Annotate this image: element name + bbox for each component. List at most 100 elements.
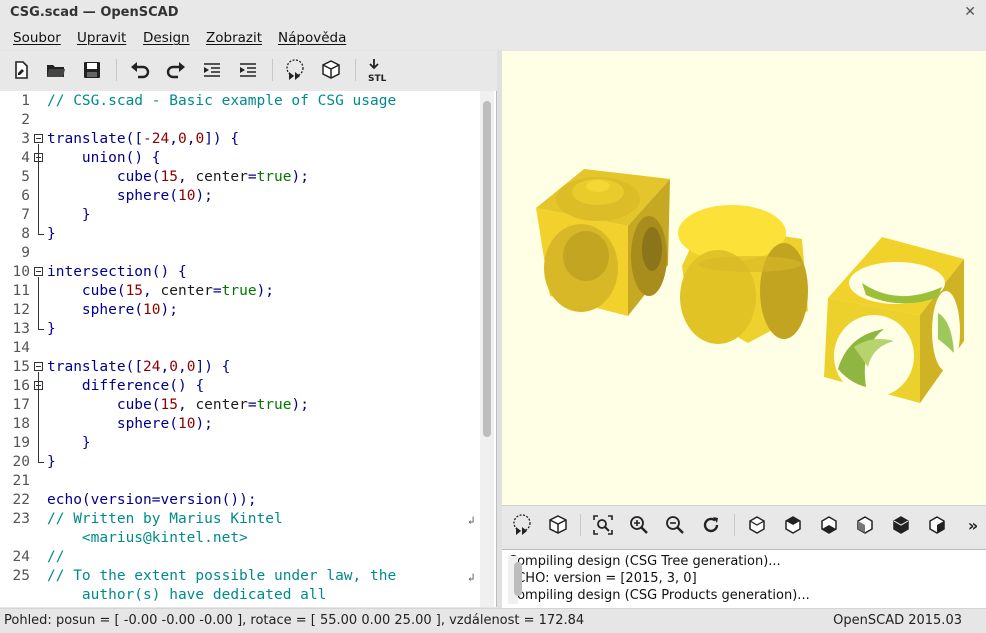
code-line[interactable]: 3 translate([-24,0,0]) { bbox=[0, 130, 480, 149]
fold-toggle-icon[interactable] bbox=[34, 134, 43, 143]
export-stl-icon[interactable]: STL bbox=[365, 57, 391, 83]
fold-guide-end bbox=[38, 462, 44, 463]
line-number: 23 bbox=[12, 511, 30, 527]
code-text: intersection() { bbox=[47, 264, 187, 280]
view-back-icon[interactable] bbox=[924, 512, 950, 538]
menu-napoveda[interactable]: Nápověda bbox=[278, 30, 346, 46]
redo-icon[interactable] bbox=[163, 57, 189, 83]
code-text: cube(15, center=true); bbox=[116, 397, 309, 413]
line-number: 25 bbox=[12, 568, 30, 584]
code-editor[interactable]: 1 // CSG.scad - Basic example of CSG usag… bbox=[0, 91, 497, 607]
code-line[interactable]: 10 intersection() { bbox=[0, 263, 480, 282]
view-front-icon[interactable] bbox=[888, 512, 914, 538]
main-toolbar: STL bbox=[0, 51, 500, 91]
code-line[interactable]: 12 sphere(10); bbox=[0, 301, 480, 320]
preview-icon[interactable] bbox=[509, 512, 535, 538]
zoom-all-icon[interactable] bbox=[590, 512, 616, 538]
toolbar-separator bbox=[355, 59, 356, 81]
code-line[interactable]: 18 sphere(10); bbox=[0, 415, 480, 434]
code-line[interactable]: 1 // CSG.scad - Basic example of CSG usag… bbox=[0, 92, 480, 111]
view-top-icon[interactable] bbox=[780, 512, 806, 538]
code-line[interactable]: 19 } bbox=[0, 434, 480, 453]
undo-icon[interactable] bbox=[127, 57, 153, 83]
zoom-out-icon[interactable] bbox=[662, 512, 688, 538]
close-icon[interactable]: ✕ bbox=[964, 4, 976, 20]
code-line[interactable]: <marius@kintel.net> bbox=[0, 529, 480, 548]
save-icon[interactable] bbox=[79, 57, 105, 83]
code-text: translate([-24,0,0]) { bbox=[47, 131, 240, 147]
difference-object bbox=[824, 237, 964, 403]
code-line[interactable]: 11 cube(15, center=true); bbox=[0, 282, 480, 301]
line-number: 11 bbox=[12, 283, 30, 299]
open-file-icon[interactable] bbox=[43, 57, 69, 83]
code-line[interactable]: 13} bbox=[0, 320, 480, 339]
fold-guide-end bbox=[38, 329, 44, 330]
line-number: 2 bbox=[21, 112, 30, 128]
code-line[interactable]: 6 sphere(10); bbox=[0, 187, 480, 206]
render-icon[interactable] bbox=[545, 512, 571, 538]
code-line[interactable]: 15 translate([24,0,0]) { bbox=[0, 358, 480, 377]
new-file-icon[interactable] bbox=[8, 57, 34, 83]
line-wrap-icon: ↲ bbox=[468, 514, 475, 527]
code-line[interactable]: 20} bbox=[0, 453, 480, 472]
editor-scrollbar-thumb[interactable] bbox=[483, 101, 491, 437]
view-left-icon[interactable] bbox=[852, 512, 878, 538]
unindent-icon[interactable] bbox=[199, 57, 225, 83]
version-label: OpenSCAD 2015.03 bbox=[833, 613, 962, 628]
menu-design[interactable]: Design bbox=[143, 30, 190, 46]
menu-soubor[interactable]: Soubor bbox=[13, 30, 61, 46]
view-bottom-icon[interactable] bbox=[816, 512, 842, 538]
code-line[interactable]: 21 bbox=[0, 472, 480, 491]
console-scrollbar[interactable] bbox=[508, 556, 522, 604]
line-number: 8 bbox=[21, 226, 30, 242]
code-text: echo(version=version()); bbox=[47, 492, 257, 508]
code-line[interactable]: 23 // Written by Marius Kintel ↲ bbox=[0, 510, 480, 529]
code-text: cube(15, center=true); bbox=[116, 169, 309, 185]
code-line[interactable]: 25 // To the extent possible under law, t… bbox=[0, 567, 480, 586]
code-line[interactable]: author(s) have dedicated all bbox=[0, 586, 480, 605]
code-text: } bbox=[47, 226, 56, 242]
fold-toggle-icon[interactable] bbox=[34, 362, 43, 371]
line-number: 1 bbox=[21, 93, 30, 109]
code-line[interactable]: 8} bbox=[0, 225, 480, 244]
editor-scrollbar[interactable] bbox=[480, 91, 494, 607]
code-line[interactable]: 9 bbox=[0, 244, 480, 263]
code-line[interactable]: 2 bbox=[0, 111, 480, 130]
code-line[interactable]: 14 bbox=[0, 339, 480, 358]
code-text: } bbox=[81, 207, 91, 223]
code-text: sphere(10); bbox=[116, 188, 213, 204]
more-icon[interactable]: » bbox=[964, 512, 982, 538]
menu-zobrazit[interactable]: Zobrazit bbox=[206, 30, 262, 46]
code-text: translate([24,0,0]) { bbox=[47, 359, 231, 375]
zoom-in-icon[interactable] bbox=[626, 512, 652, 538]
line-wrap-icon: ↲ bbox=[468, 571, 475, 584]
status-bar: Pohled: posun = [ -0.00 -0.00 -0.00 ], r… bbox=[0, 608, 986, 633]
code-line[interactable]: 7 } bbox=[0, 206, 480, 225]
indent-icon[interactable] bbox=[235, 57, 261, 83]
code-line[interactable]: 16 difference() { bbox=[0, 377, 480, 396]
line-number: 16 bbox=[12, 378, 30, 394]
code-line[interactable]: 24 // bbox=[0, 548, 480, 567]
code-line[interactable]: 5 cube(15, center=true); bbox=[0, 168, 480, 187]
code-line[interactable]: 17 cube(15, center=true); bbox=[0, 396, 480, 415]
line-number: 21 bbox=[12, 473, 30, 489]
render-icon[interactable] bbox=[318, 57, 344, 83]
reset-view-icon[interactable] bbox=[698, 512, 724, 538]
line-number: 7 bbox=[21, 207, 30, 223]
console-scrollbar-thumb[interactable] bbox=[514, 562, 522, 596]
line-number: 15 bbox=[12, 359, 30, 375]
view-right-icon[interactable] bbox=[744, 512, 770, 538]
code-line[interactable]: 22 echo(version=version()); bbox=[0, 491, 480, 510]
title-bar: CSG.scad — OpenSCAD ✕ bbox=[0, 0, 986, 27]
fold-toggle-icon[interactable] bbox=[34, 267, 43, 276]
preview-icon[interactable] bbox=[282, 57, 308, 83]
3d-viewport[interactable] bbox=[502, 51, 986, 505]
line-number: 12 bbox=[12, 302, 30, 318]
console-line: Compiling design (CSG Tree generation)..… bbox=[508, 554, 781, 569]
menu-upravit[interactable]: Upravit bbox=[77, 30, 126, 46]
fold-guide bbox=[38, 277, 39, 329]
code-line[interactable]: 4 union() { bbox=[0, 149, 480, 168]
union-object bbox=[536, 169, 670, 316]
code-text: // bbox=[47, 549, 65, 565]
console-panel[interactable]: Compiling design (CSG Tree generation)..… bbox=[502, 549, 986, 608]
